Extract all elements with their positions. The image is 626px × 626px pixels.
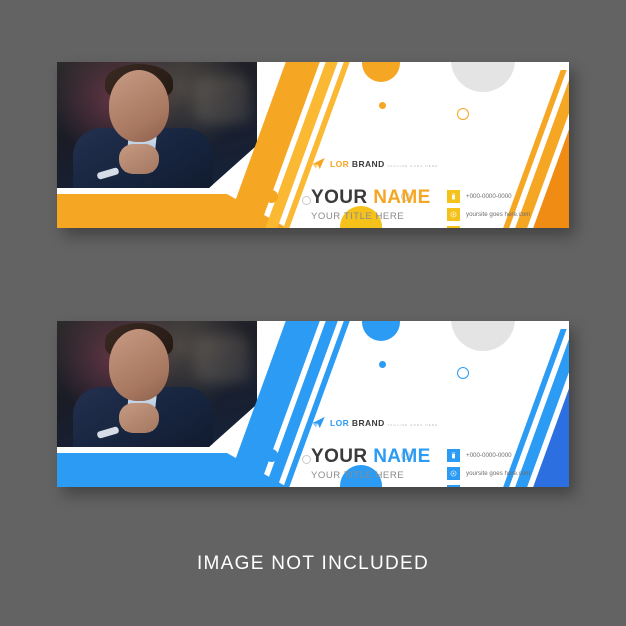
photo-background [57, 62, 257, 188]
photo-hands [119, 144, 159, 174]
profile-photo [57, 62, 257, 188]
photo-face [109, 329, 169, 401]
contact-row-address[interactable]: Street Address Here [447, 485, 530, 487]
logo-name-second: BRAND [351, 159, 385, 169]
medium-dot-decoration [265, 190, 278, 203]
brand-logo[interactable]: LOR BRAND TAGLINE GOES HERE [311, 155, 438, 171]
globe-icon [447, 467, 460, 480]
contact-row-website[interactable]: yoursite goes here.com [447, 208, 530, 221]
small-dot-decoration [379, 102, 386, 109]
grey-circle-decoration [451, 321, 515, 351]
job-title: YOUR TITLE HERE [311, 470, 405, 481]
photo-background [57, 321, 257, 447]
location-pin-icon [447, 226, 460, 228]
contact-row-phone[interactable]: +000-0000-0000 [447, 449, 530, 462]
ring-decoration-right [457, 108, 469, 120]
phone-icon [447, 449, 460, 462]
first-name: YOUR [311, 446, 368, 467]
grey-ring-decoration-a [302, 196, 311, 205]
website-text: yoursite goes here.com [466, 211, 531, 218]
contact-block: +000-0000-0000 yoursite goes here.com St… [447, 449, 530, 487]
last-name: NAME [373, 187, 431, 208]
full-name: YOUR NAME [311, 447, 431, 466]
caption-text: IMAGE NOT INCLUDED [196, 553, 430, 574]
contact-row-address[interactable]: Street Address Here [447, 226, 530, 228]
contact-row-phone[interactable]: +000-0000-0000 [447, 190, 530, 203]
logo-name-first: LOR [330, 159, 350, 169]
photo-face [109, 70, 169, 142]
name-block: YOUR NAME YOUR TITLE HERE Lorem ipsum do… [311, 447, 431, 487]
logo-name-first: LOR [330, 418, 350, 428]
photo-hands [119, 403, 159, 433]
paper-plane-icon [311, 415, 326, 430]
full-name: YOUR NAME [311, 188, 431, 207]
brand-logo[interactable]: LOR BRAND TAGLINE GOES HERE [311, 414, 438, 430]
contact-block: +000-0000-0000 yoursite goes here.com St… [447, 190, 530, 228]
website-text: yoursite goes here.com [466, 470, 531, 477]
photo-bokeh [195, 335, 251, 383]
first-name: YOUR [311, 187, 368, 208]
ring-decoration-right [457, 367, 469, 379]
logo-tagline: TAGLINE GOES HERE [387, 423, 439, 427]
phone-text: +000-0000-0000 [466, 452, 512, 459]
email-signature-banner-blue[interactable]: LOR BRAND TAGLINE GOES HERE YOUR NAME YO… [57, 321, 569, 487]
location-pin-icon [447, 485, 460, 487]
logo-tagline: TAGLINE GOES HERE [387, 164, 439, 168]
logo-name-second: BRAND [351, 418, 385, 428]
name-block: YOUR NAME YOUR TITLE HERE Lorem ipsum do… [311, 188, 431, 228]
globe-icon [447, 208, 460, 221]
phone-icon [447, 190, 460, 203]
contact-row-website[interactable]: yoursite goes here.com [447, 467, 530, 480]
grey-circle-decoration [451, 62, 515, 92]
half-circle-top [362, 62, 400, 82]
half-circle-top [362, 321, 400, 341]
paper-plane-icon [311, 156, 326, 171]
medium-dot-decoration [265, 449, 278, 462]
grey-ring-decoration-a [302, 455, 311, 464]
profile-photo [57, 321, 257, 447]
small-dot-decoration [379, 361, 386, 368]
email-signature-banner-orange[interactable]: LOR BRAND TAGLINE GOES HERE YOUR NAME YO… [57, 62, 569, 228]
phone-text: +000-0000-0000 [466, 193, 512, 200]
last-name: NAME [373, 446, 431, 467]
photo-bokeh [195, 76, 251, 124]
job-title: YOUR TITLE HERE [311, 211, 405, 222]
